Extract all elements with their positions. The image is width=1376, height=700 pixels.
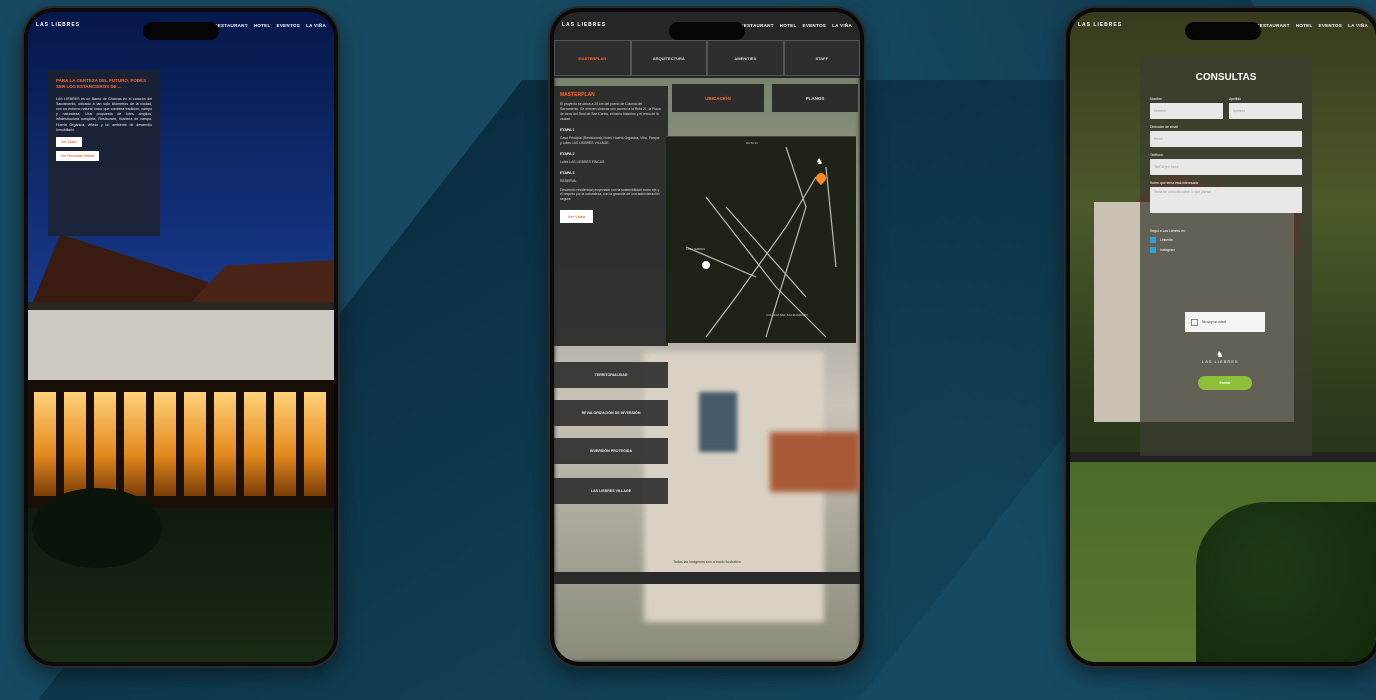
lit-window — [154, 392, 176, 496]
form-title: CONSULTAS — [1195, 72, 1257, 83]
phone-mockup-masterplan: LAS LIEBRES HOME EL BARRIO RESTAURANT HO… — [550, 8, 864, 666]
linkedin-icon — [1150, 237, 1156, 243]
site-logo[interactable]: LAS LIEBRES — [562, 22, 606, 28]
nav-item-la-vina[interactable]: LA VIÑA — [832, 23, 852, 28]
nav-item-la-vina[interactable]: LA VIÑA — [306, 23, 326, 28]
nav-item-eventos[interactable]: EVENTOS — [277, 23, 301, 28]
social-link-linkedin[interactable]: LinkedIn — [1150, 237, 1302, 243]
social-link-instagram[interactable]: Instagram — [1150, 247, 1302, 253]
stage-label: ETAPA 1 — [560, 127, 575, 132]
panel-text: El proyecto se ubica a 20 km del puerto … — [560, 102, 661, 121]
menu-inversion-protegida[interactable]: INVERSIÓN PROTEGIDA — [554, 438, 668, 464]
phone-mockup-contact: LAS LIEBRES HOME EL BARRIO RESTAURANT HO… — [1066, 8, 1376, 666]
location-button[interactable]: UBICACIÓN — [672, 84, 764, 112]
phone-notch — [1185, 22, 1261, 40]
panel-note: Desarrollo residencial proyectado con la… — [560, 187, 660, 202]
lit-window — [64, 392, 86, 496]
phone-mockup-home: LAS LIEBRES HOME EL BARRIO RESTAURANT HO… — [24, 8, 338, 666]
lit-window — [124, 392, 146, 496]
location-map[interactable]: ♞ RUTA 21 LAS LIEBRES COLONIA DEL SACRAM… — [666, 136, 856, 343]
phone-notch — [669, 22, 745, 40]
mensaje-textarea[interactable]: Tema de consulta sobre lo que piensa — [1150, 187, 1302, 213]
intro-body: LAS LIEBRES es un Barrio de Chacras en e… — [56, 96, 152, 132]
nav-item-hotel[interactable]: HOTEL — [1296, 23, 1313, 28]
house-band — [28, 302, 334, 310]
horse-icon: ♞ — [816, 157, 824, 166]
nombre-input[interactable]: Nombre — [1150, 103, 1223, 119]
footer-logo-text: LAS LIEBRES — [1202, 359, 1239, 364]
stage-label: ETAPA 2 — [560, 151, 575, 156]
telefono-input[interactable]: Tel/Cel por favor — [1150, 159, 1302, 175]
bush — [32, 488, 162, 568]
tab-amenities[interactable]: AMENITIES — [707, 40, 784, 76]
nav-item-hotel[interactable]: HOTEL — [780, 23, 797, 28]
captcha-label: No soy un robot — [1202, 320, 1226, 324]
menu-revalorizacion[interactable]: REVALORIZACIÓN DE INVERSIÓN — [554, 400, 668, 426]
apellido-input[interactable]: Apellido — [1229, 103, 1302, 119]
contact-form: CONSULTAS Nombre Nombre Apellido Apellid… — [1140, 56, 1312, 456]
intro-card: PARA LA CERTEZA DEL FUTURO, PODÉS SER LO… — [48, 70, 160, 236]
send-button[interactable]: Enviar — [1198, 376, 1252, 390]
map-label: RUTA 21 — [746, 141, 758, 145]
stage-text: Lotes LAS LIEBRES FINCAS. — [560, 159, 606, 164]
watch-video-button[interactable]: Ver Video — [56, 137, 82, 148]
nav-item-hotel[interactable]: HOTEL — [254, 23, 271, 28]
blurred-roof — [770, 432, 860, 492]
intro-title: PARA LA CERTEZA DEL FUTURO, PODÉS SER LO… — [56, 78, 147, 90]
lit-window — [184, 392, 206, 496]
social-label: Seguí a Las Liebres en: — [1150, 229, 1186, 233]
lit-window — [274, 392, 296, 496]
phone-notch — [143, 22, 219, 40]
footer-strip — [554, 572, 860, 584]
nav-item-restaurant[interactable]: RESTAURANT — [214, 23, 248, 28]
social-link-label: Instagram — [1160, 248, 1176, 252]
menu-territorialidad[interactable]: TERRITORIALIDAD — [554, 362, 668, 388]
blurred-window — [699, 392, 737, 452]
mensaje-label: Sobre que tema está interesado — [1150, 181, 1199, 185]
site-logo[interactable]: LAS LIEBRES — [1078, 22, 1122, 28]
lit-window — [214, 392, 236, 496]
tab-arquitectura[interactable]: ARQUITECTURA — [630, 40, 707, 76]
nav-item-restaurant[interactable]: RESTAURANT — [1256, 23, 1290, 28]
virtual-tour-button[interactable]: Ver Recorrido Virtual — [56, 151, 100, 162]
tab-masterplan[interactable]: MASTERPLAN — [554, 40, 631, 76]
social-link-label: LinkedIn — [1160, 238, 1173, 242]
panel-title: MASTERPLAN — [560, 92, 595, 98]
footer-logo: ♞ LAS LIEBRES — [1202, 350, 1239, 364]
stage-text: RESERVA. — [560, 178, 577, 183]
section-tabs: MASTERPLAN ARQUITECTURA AMENITIES STAFF — [554, 40, 860, 76]
lit-window — [94, 392, 116, 496]
nav-item-eventos[interactable]: EVENTOS — [803, 23, 827, 28]
image-disclaimer: Todas las imágenes son a modo ilustrativ… — [673, 560, 741, 564]
stage-label: ETAPA 3 — [560, 170, 575, 175]
masterplan-panel: MASTERPLAN El proyecto se ubica a 20 km … — [554, 86, 668, 346]
site-logo[interactable]: LAS LIEBRES — [36, 22, 80, 28]
nombre-label: Nombre — [1150, 97, 1163, 101]
nav-item-la-vina[interactable]: LA VIÑA — [1348, 23, 1368, 28]
lit-window — [34, 392, 56, 496]
email-input[interactable]: Email — [1150, 131, 1302, 147]
plans-button[interactable]: PLANOS — [772, 84, 858, 112]
nav-item-eventos[interactable]: EVENTOS — [1319, 23, 1343, 28]
instagram-icon — [1150, 247, 1156, 253]
email-label: Dirección de email — [1150, 125, 1178, 129]
watch-video-button[interactable]: Ver Video — [560, 210, 594, 224]
trees — [1196, 502, 1376, 662]
map-roads-graphic — [685, 146, 837, 338]
nav-item-restaurant[interactable]: RESTAURANT — [740, 23, 774, 28]
stage-text: Casa Principal (Restaurant), Hotel, Huer… — [560, 135, 660, 145]
telefono-label: Teléfono — [1150, 153, 1163, 157]
horse-icon: ♞ — [1216, 350, 1225, 359]
checkbox-icon — [1191, 318, 1198, 326]
lit-window — [304, 392, 326, 496]
map-label: LAS LIEBRES — [686, 247, 706, 251]
lit-window — [244, 392, 266, 496]
menu-las-liebres-village[interactable]: LAS LIEBRES VILLAGE — [554, 478, 668, 504]
map-label: COLONIA DEL SACRAMENTO — [766, 313, 808, 317]
apellido-label: Apellido — [1229, 97, 1242, 101]
tab-staff[interactable]: STAFF — [783, 40, 860, 76]
captcha-checkbox[interactable]: No soy un robot — [1185, 312, 1265, 332]
